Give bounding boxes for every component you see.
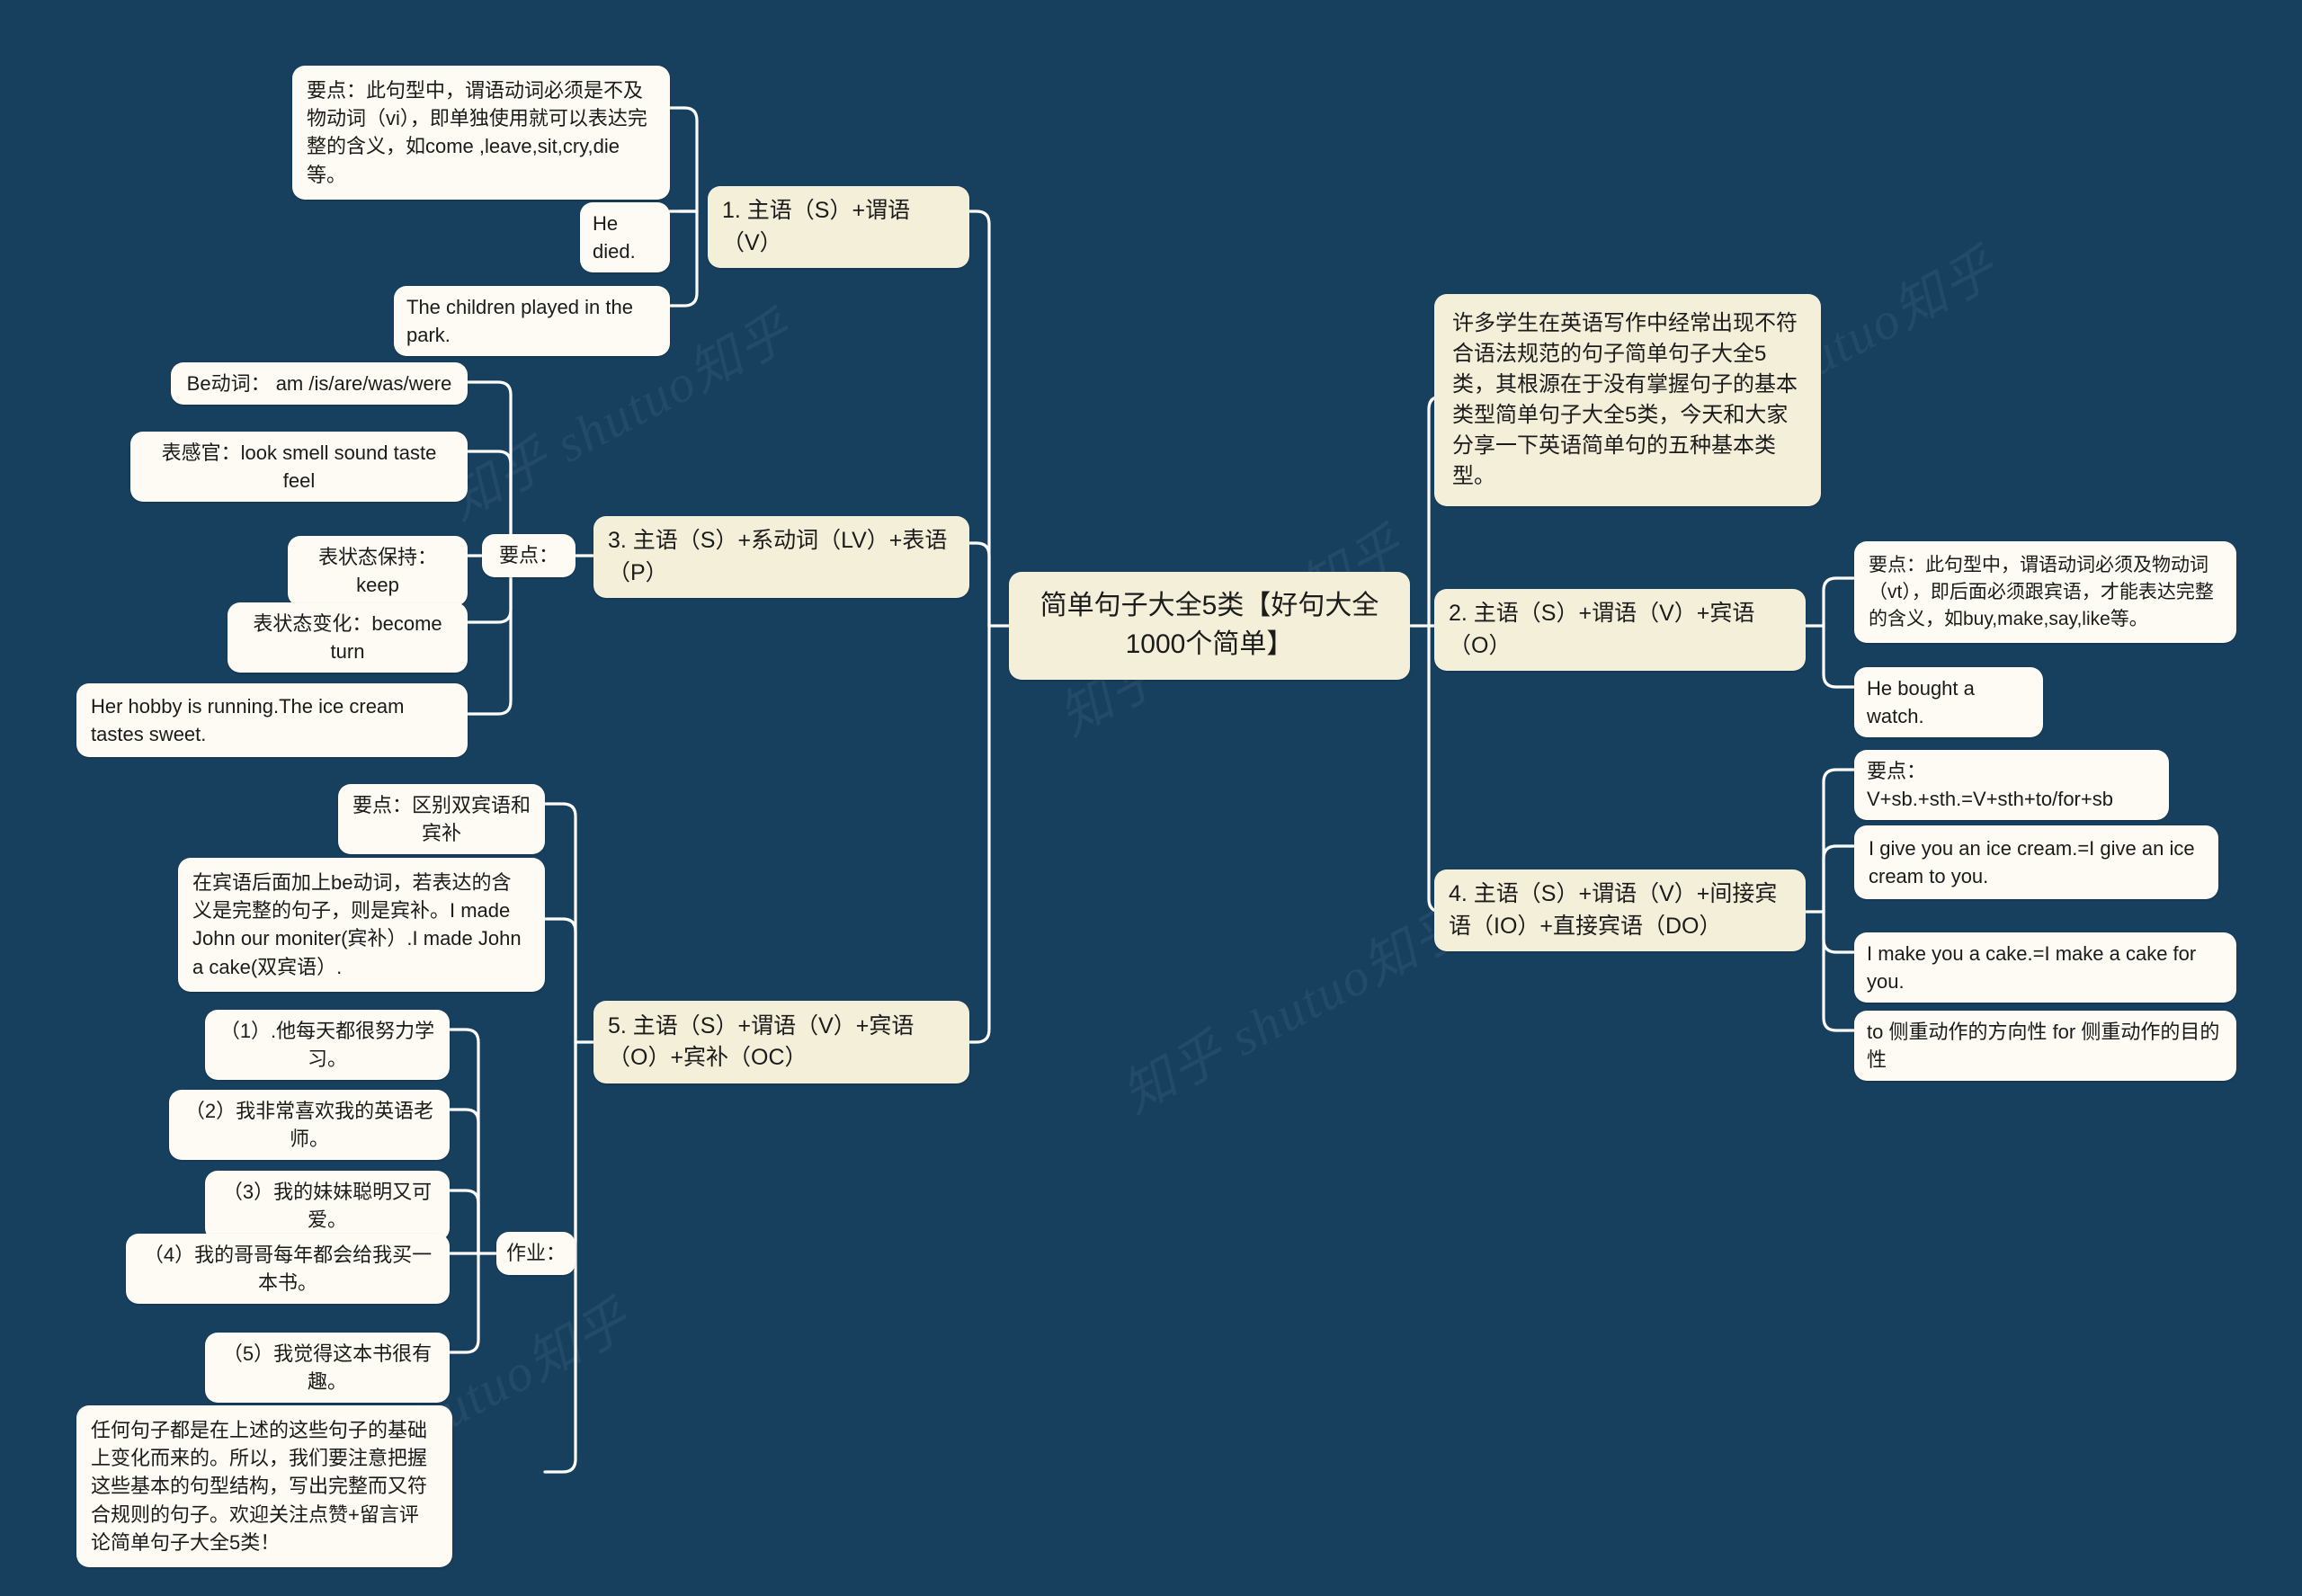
- link-root-b3: [968, 541, 991, 628]
- leaf-node-b5-c2[interactable]: 在宾语后面加上be动词，若表达的含义是完整的句子，则是宾补。I made Joh…: [178, 858, 545, 992]
- link-b2-c1: [1822, 576, 1856, 628]
- link-b5-connector: [543, 1040, 577, 1255]
- homework-item-4[interactable]: （4）我的哥哥每年都会给我买一本书。: [126, 1234, 450, 1305]
- intro-text: 许多学生在英语写作中经常出现不符合语法规范的句子简单句子大全5类，其根源在于没有…: [1452, 311, 1798, 489]
- leaf-node-b2-c2[interactable]: He bought a watch.: [1854, 667, 2043, 738]
- link-b2-c2: [1822, 624, 1856, 689]
- homework-item-1[interactable]: （1）.他每天都很努力学习。: [205, 1010, 450, 1081]
- leaf-label: 要点：V+sb.+sth.=V+sth+to/for+sb: [1867, 760, 2113, 811]
- root-node[interactable]: 简单句子大全5类【好句大全1000个简单】: [1009, 572, 1410, 680]
- branch-node-2[interactable]: 2. 主语（S）+谓语（V）+宾语（O）: [1434, 589, 1806, 671]
- root-title: 简单句子大全5类【好句大全1000个简单】: [1039, 591, 1379, 659]
- leaf-node-b3-c2[interactable]: 表感官：look smell sound taste feel: [130, 432, 468, 503]
- link-b4-c2: [1822, 844, 1856, 914]
- link-b1-c1: [668, 106, 699, 213]
- link-b4-c1: [1822, 768, 1856, 914]
- leaf-node-b1-c3[interactable]: The children played in the park.: [394, 286, 670, 357]
- leaf-label: He died.: [593, 212, 636, 263]
- leaf-label: Be动词： am /is/are/was/were: [186, 372, 452, 395]
- leaf-label: 表状态保持：keep: [317, 546, 437, 597]
- leaf-label: 表状态变化：become turn: [253, 612, 442, 664]
- leaf-node-b4-c3[interactable]: I make you a cake.=I make a cake for you…: [1854, 932, 2236, 1003]
- link-b3-c1: [466, 380, 513, 557]
- leaf-label: （5）我觉得这本书很有趣。: [222, 1342, 433, 1394]
- leaf-label: （1）.他每天都很努力学习。: [219, 1020, 435, 1071]
- leaf-label: He bought a watch.: [1867, 677, 1975, 728]
- leaf-node-b4-c1[interactable]: 要点：V+sb.+sth.=V+sth+to/for+sb: [1854, 750, 2169, 821]
- homework-item-3[interactable]: （3）我的妹妹聪明又可爱。: [205, 1171, 450, 1242]
- branch-label-3: 3. 主语（S）+系动词（LV）+表语（P）: [608, 528, 948, 585]
- link-b3-c5: [466, 554, 513, 716]
- homework-item-5[interactable]: （5）我觉得这本书很有趣。: [205, 1333, 450, 1404]
- leaf-label: （4）我的哥哥每年都会给我买一本书。: [143, 1244, 433, 1295]
- branch-node-1[interactable]: 1. 主语（S）+谓语（V）: [708, 186, 969, 268]
- leaf-node-b4-c4[interactable]: to 侧重动作的方向性 for 侧重动作的目的性: [1854, 1011, 2236, 1082]
- leaf-label: 在宾语后面加上be动词，若表达的含义是完整的句子，则是宾补。I made Joh…: [192, 871, 522, 978]
- leaf-label: 表感官：look smell sound taste feel: [161, 441, 437, 493]
- link-hw-1: [448, 1028, 480, 1255]
- branch-label-2: 2. 主语（S）+谓语（V）+宾语（O）: [1449, 601, 1755, 658]
- leaf-node-b1-c1[interactable]: 要点：此句型中，谓语动词必须是不及物动词（vi），即单独使用就可以表达完整的含义…: [292, 66, 670, 200]
- connector-label: 要点：: [498, 544, 558, 567]
- leaf-node-b3-c3[interactable]: 表状态保持：keep: [288, 536, 468, 607]
- leaf-node-b1-c2[interactable]: He died.: [580, 202, 670, 273]
- link-b5-c2: [543, 917, 577, 1044]
- link-b1-c3: [668, 210, 699, 308]
- leaf-node-b3-c1[interactable]: Be动词： am /is/are/was/were: [171, 362, 468, 406]
- leaf-label: to 侧重动作的方向性 for 侧重动作的目的性: [1867, 1021, 2220, 1072]
- link-b5-c1: [543, 802, 577, 1044]
- link-hw-2: [448, 1108, 480, 1255]
- branch-node-4[interactable]: 4. 主语（S）+谓语（V）+间接宾语（IO）+直接宾语（DO）: [1434, 869, 1806, 951]
- leaf-node-b3-c5[interactable]: Her hobby is running.The ice cream taste…: [76, 683, 468, 758]
- leaf-label: 要点：此句型中，谓语动词必须及物动词（vt），即后面必须跟宾语，才能表达完整的含…: [1869, 555, 2214, 629]
- leaf-label: I give you an ice cream.=I give an ice c…: [1869, 837, 2195, 888]
- leaf-node-b2-c1[interactable]: 要点：此句型中，谓语动词必须及物动词（vt），即后面必须跟宾语，才能表达完整的含…: [1854, 541, 2236, 644]
- branch-node-5[interactable]: 5. 主语（S）+谓语（V）+宾语（O）+宾补（OC）: [593, 1001, 969, 1083]
- watermark-text: 知乎 shutuo知乎: [1112, 894, 1477, 1125]
- leaf-label: I make you a cake.=I make a cake for you…: [1867, 942, 2197, 994]
- leaf-node-b4-c2[interactable]: I give you an ice cream.=I give an ice c…: [1854, 825, 2218, 900]
- leaf-label: 任何句子都是在上述的这些句子的基础上变化而来的。所以，我们要注意把握这些基本的句…: [91, 1419, 428, 1554]
- link-root-b5: [968, 624, 991, 1044]
- link-b4-c4: [1822, 910, 1856, 1032]
- branch-connector-5[interactable]: 作业：: [496, 1232, 576, 1275]
- leaf-node-b5-c3[interactable]: 任何句子都是在上述的这些句子的基础上变化而来的。所以，我们要注意把握这些基本的句…: [76, 1405, 452, 1568]
- link-hw-3: [448, 1189, 480, 1255]
- leaf-label: The children played in the park.: [406, 296, 633, 347]
- leaf-label: （3）我的妹妹聪明又可爱。: [222, 1181, 433, 1232]
- branch-label-4: 4. 主语（S）+谓语（V）+间接宾语（IO）+直接宾语（DO）: [1449, 881, 1778, 939]
- branch-node-3[interactable]: 3. 主语（S）+系动词（LV）+表语（P）: [593, 516, 969, 598]
- intro-node[interactable]: 许多学生在英语写作中经常出现不符合语法规范的句子简单句子大全5类，其根源在于没有…: [1434, 294, 1821, 507]
- link-root-b1: [968, 210, 991, 628]
- leaf-label: Her hobby is running.The ice cream taste…: [91, 695, 405, 746]
- branch-label-1: 1. 主语（S）+谓语（V）: [722, 198, 911, 255]
- leaf-node-b5-c1[interactable]: 要点：区别双宾语和宾补: [338, 784, 545, 855]
- connector-label: 作业：: [505, 1242, 566, 1265]
- branch-label-5: 5. 主语（S）+谓语（V）+宾语（O）+宾补（OC）: [608, 1012, 915, 1071]
- branch-connector-3[interactable]: 要点：: [482, 534, 576, 577]
- link-b4-c3: [1822, 910, 1856, 954]
- homework-item-2[interactable]: （2）我非常喜欢我的英语老师。: [169, 1090, 450, 1161]
- leaf-node-b3-c4[interactable]: 表状态变化：become turn: [228, 602, 468, 673]
- leaf-label: 要点：此句型中，谓语动词必须是不及物动词（vi），即单独使用就可以表达完整的含义…: [307, 79, 647, 186]
- link-hw-5: [448, 1252, 480, 1354]
- leaf-label: 要点：区别双宾语和宾补: [352, 794, 531, 845]
- leaf-label: （2）我非常喜欢我的英语老师。: [184, 1100, 434, 1151]
- mindmap-canvas: 知乎 shutuo知乎 知乎 shutuo知乎 知乎 shutuo知乎 知乎 s…: [0, 0, 2302, 1596]
